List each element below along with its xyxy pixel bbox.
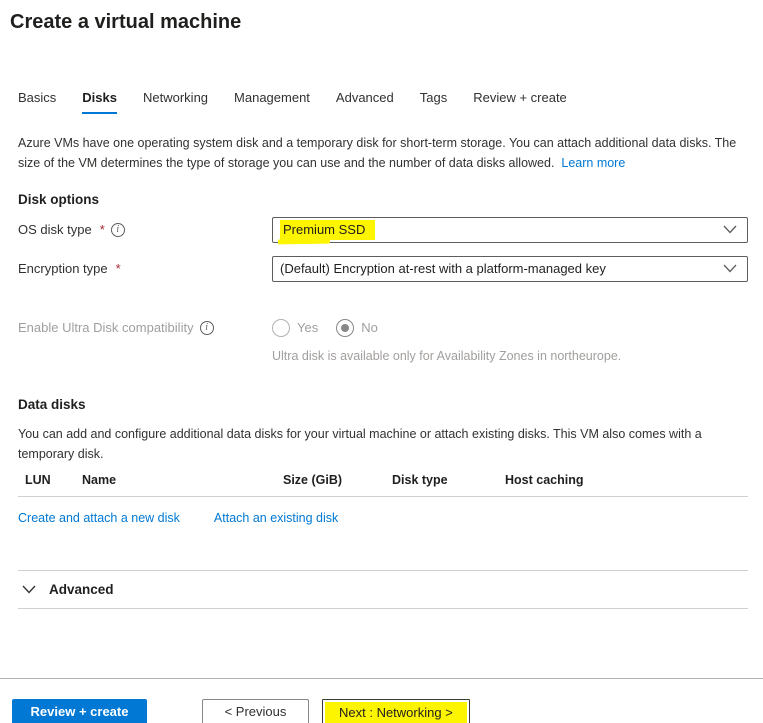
encryption-type-row: Encryption type * (Default) Encryption at… (18, 256, 748, 282)
chevron-down-icon (723, 264, 737, 273)
ultra-disk-label: Enable Ultra Disk compatibility (18, 315, 194, 341)
table-divider (18, 496, 748, 497)
footer-actions: Review + create < Previous Next : Networ… (10, 679, 748, 723)
advanced-accordion-toggle[interactable]: Advanced (18, 571, 748, 608)
encryption-type-label-group: Encryption type * (18, 256, 272, 282)
os-disk-type-dropdown[interactable]: Premium SSD (272, 217, 748, 243)
advanced-section: Advanced (18, 570, 748, 609)
radio-yes-label: Yes (297, 320, 318, 335)
next-networking-label: Next : Networking > (325, 702, 467, 723)
wizard-tabs: Basics Disks Networking Management Advan… (18, 90, 748, 114)
encryption-type-label: Encryption type (18, 256, 108, 282)
column-header-name: Name (82, 473, 283, 487)
tab-review-create[interactable]: Review + create (473, 90, 567, 114)
required-asterisk: * (100, 217, 105, 243)
info-icon[interactable]: i (200, 321, 214, 335)
ultra-disk-label-group: Enable Ultra Disk compatibility i (18, 315, 272, 341)
review-create-button[interactable]: Review + create (12, 699, 147, 723)
chevron-down-icon (22, 585, 36, 594)
advanced-label: Advanced (49, 582, 114, 597)
previous-button[interactable]: < Previous (202, 699, 309, 723)
required-asterisk: * (116, 256, 121, 282)
os-disk-type-value: Premium SSD (280, 220, 375, 240)
tab-basics[interactable]: Basics (18, 90, 56, 114)
tab-tags[interactable]: Tags (420, 90, 447, 114)
os-disk-type-label-group: OS disk type * i (18, 217, 272, 243)
learn-more-link[interactable]: Learn more (561, 156, 625, 170)
column-header-lun: LUN (25, 473, 82, 487)
page-title: Create a virtual machine (10, 8, 748, 36)
data-disks-heading: Data disks (18, 397, 748, 412)
column-header-host-caching: Host caching (505, 473, 748, 487)
os-disk-type-label: OS disk type (18, 217, 92, 243)
intro-paragraph: Azure VMs have one operating system disk… (18, 134, 748, 174)
chevron-down-icon (723, 225, 737, 234)
ultra-disk-radio-yes[interactable]: Yes (272, 319, 318, 337)
tab-networking[interactable]: Networking (143, 90, 208, 114)
radio-checked-icon (336, 319, 354, 337)
data-disks-table-header: LUN Name Size (GiB) Disk type Host cachi… (18, 473, 748, 487)
encryption-type-value: (Default) Encryption at-rest with a plat… (280, 261, 606, 276)
create-vm-page: Create a virtual machine Basics Disks Ne… (0, 0, 763, 723)
os-disk-type-row: OS disk type * i Premium SSD (18, 217, 748, 243)
data-disks-actions: Create and attach a new disk Attach an e… (18, 511, 748, 525)
column-header-size: Size (GiB) (283, 473, 392, 487)
data-disks-description: You can add and configure additional dat… (18, 424, 748, 464)
tab-disks[interactable]: Disks (82, 90, 117, 114)
radio-unchecked-icon (272, 319, 290, 337)
ultra-disk-radio-group: Yes No (272, 315, 748, 341)
tab-management[interactable]: Management (234, 90, 310, 114)
column-header-disk-type: Disk type (392, 473, 505, 487)
ultra-disk-row: Enable Ultra Disk compatibility i Yes No… (18, 315, 748, 363)
ultra-disk-radio-no[interactable]: No (336, 319, 378, 337)
attach-existing-disk-link[interactable]: Attach an existing disk (214, 511, 338, 525)
disk-options-heading: Disk options (18, 192, 748, 207)
info-icon[interactable]: i (111, 223, 125, 237)
next-networking-button[interactable]: Next : Networking > (322, 699, 470, 723)
intro-text: Azure VMs have one operating system disk… (18, 136, 736, 170)
tab-advanced[interactable]: Advanced (336, 90, 394, 114)
ultra-disk-helper-text: Ultra disk is available only for Availab… (272, 349, 748, 363)
create-attach-new-disk-link[interactable]: Create and attach a new disk (18, 511, 180, 525)
encryption-type-dropdown[interactable]: (Default) Encryption at-rest with a plat… (272, 256, 748, 282)
radio-no-label: No (361, 320, 378, 335)
